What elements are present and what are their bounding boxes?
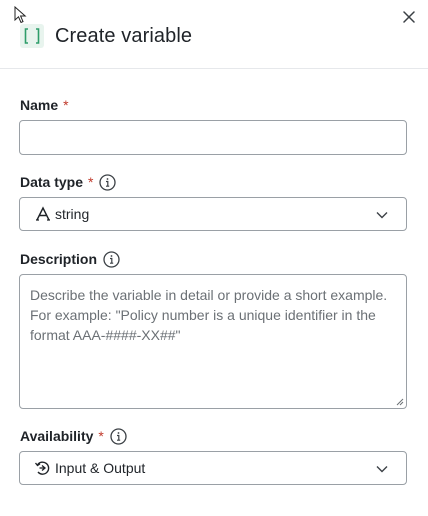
name-label: Name * [20,95,69,115]
info-icon[interactable] [110,427,127,445]
text-type-icon [34,205,52,223]
chevron-down-icon [376,466,388,473]
resize-handle-icon[interactable] [396,398,404,406]
availability-select[interactable]: Input & Output [19,451,407,485]
description-label: Description [20,249,120,269]
panel-title: Create variable [55,25,193,47]
name-input[interactable] [19,120,407,155]
name-label-text: Name [20,97,59,113]
required-mark: * [63,97,69,113]
description-label-text: Description [20,251,98,267]
mouse-cursor-icon [14,6,27,24]
availability-label: Availability * [20,426,127,446]
availability-label-text: Availability [20,428,94,444]
chevron-down-icon [376,212,388,219]
data-type-label-text: Data type [20,174,84,190]
availability-value: Input & Output [55,460,146,476]
close-icon[interactable] [400,8,418,26]
required-mark: * [98,428,104,444]
data-type-value: string [55,206,90,222]
brackets-icon [20,24,44,48]
required-mark: * [88,174,94,190]
info-icon[interactable] [99,173,117,191]
description-placeholder: Describe the variable in detail or provi… [30,287,388,343]
input-output-icon [34,459,52,477]
info-icon[interactable] [103,250,120,268]
data-type-label: Data type * [20,172,117,192]
create-variable-panel: Create variable Name * Data type * strin… [0,0,428,516]
data-type-select[interactable]: string [19,197,407,231]
description-textarea[interactable]: Describe the variable in detail or provi… [19,274,407,409]
panel-header: Create variable [0,0,428,69]
